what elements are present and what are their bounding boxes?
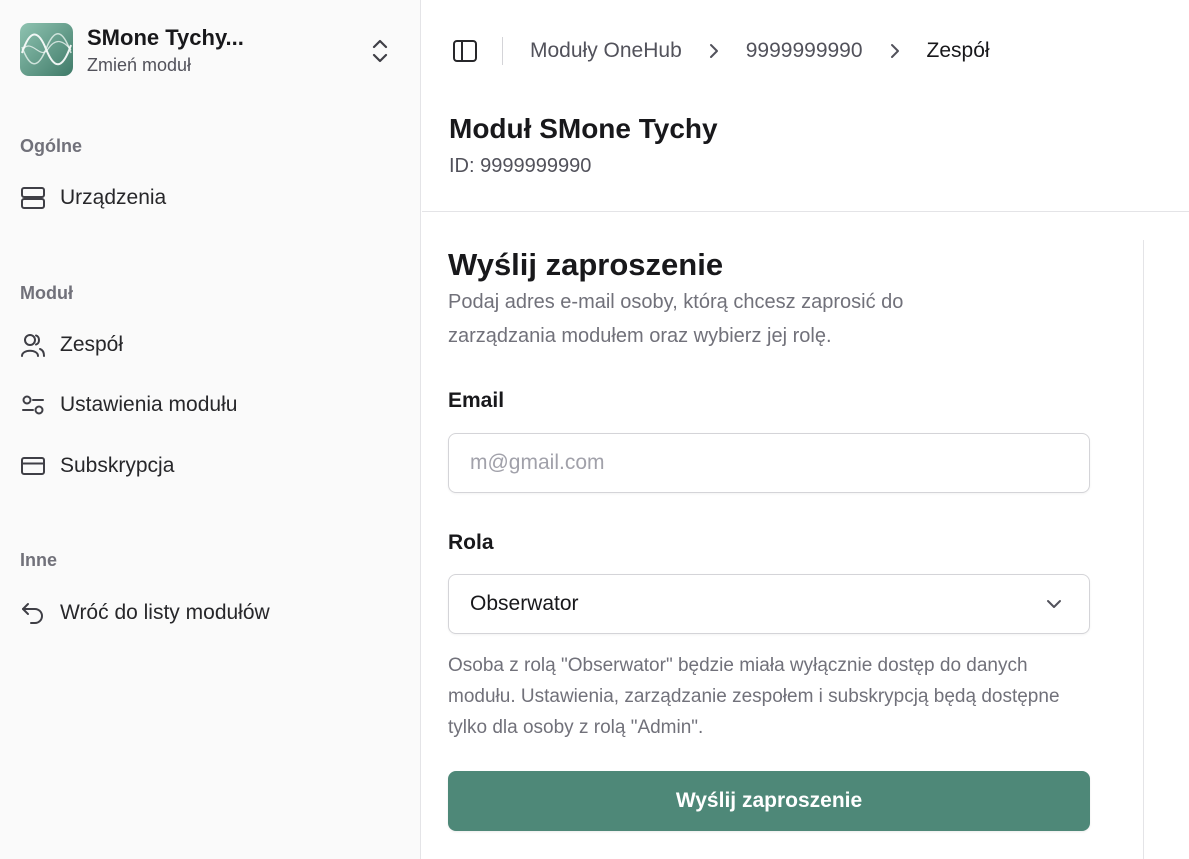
role-label: Rola bbox=[448, 531, 494, 554]
credit-card-icon bbox=[21, 457, 45, 475]
invite-form-title: Wyślij zaproszenie bbox=[448, 247, 724, 282]
waveform-logo bbox=[20, 23, 73, 76]
invite-form: Wyślij zaproszenie Podaj adres e-mail os… bbox=[448, 245, 1090, 831]
role-select-value: Obserwator bbox=[470, 592, 579, 615]
page-title: Moduł SMone Tychy bbox=[449, 113, 718, 144]
breadcrumb-modules[interactable]: Moduły OneHub bbox=[530, 39, 682, 63]
email-label: Email bbox=[448, 389, 505, 412]
sidebar-item-label: Ustawienia modułu bbox=[60, 393, 238, 416]
invite-form-description: Podaj adres e-mail osoby, którą chcesz z… bbox=[448, 291, 904, 347]
module-name: SMone Tychy... bbox=[87, 25, 244, 50]
send-invite-button[interactable]: Wyślij zaproszenie bbox=[448, 771, 1090, 831]
change-module-label: Zmień moduł bbox=[87, 55, 192, 75]
sidebar: SMone Tychy... Zmień moduł Ogólne Urządz… bbox=[0, 0, 421, 859]
breadcrumb-current: Zespół bbox=[926, 39, 990, 62]
sidebar-item-label: Wróć do listy modułów bbox=[60, 601, 270, 624]
sidebar-item-module-settings[interactable]: Ustawienia modułu bbox=[20, 385, 400, 425]
role-hint: Osoba z rolą "Obserwator" będzie miała w… bbox=[448, 655, 1060, 738]
role-select[interactable]: Obserwator bbox=[448, 574, 1090, 634]
group-label-module: Moduł bbox=[20, 283, 73, 303]
header-divider bbox=[502, 37, 503, 65]
module-switcher[interactable]: SMone Tychy... Zmień moduł bbox=[20, 23, 400, 79]
breadcrumb: Moduły OneHub 9999999990 Zespół bbox=[530, 36, 990, 66]
chevron-down-icon bbox=[1047, 600, 1061, 608]
chevron-right-icon bbox=[890, 44, 899, 58]
topbar: Moduły OneHub 9999999990 Zespół bbox=[422, 0, 1189, 100]
chevrons-up-down-icon[interactable] bbox=[368, 37, 392, 65]
sidebar-item-devices[interactable]: Urządzenia bbox=[20, 178, 400, 218]
header-separator bbox=[422, 211, 1189, 212]
sidebar-item-label: Urządzenia bbox=[60, 186, 167, 209]
panel-divider bbox=[1143, 240, 1144, 859]
settings-sliders-icon bbox=[22, 395, 44, 415]
group-label-general: Ogólne bbox=[20, 136, 82, 156]
users-icon bbox=[21, 334, 45, 357]
chevron-right-icon bbox=[709, 44, 718, 58]
page-header: Moduł SMone Tychy ID: 9999999990 bbox=[449, 112, 718, 178]
sidebar-item-back-to-modules[interactable]: Wróć do listy modułów bbox=[20, 593, 400, 633]
email-field[interactable] bbox=[448, 433, 1090, 493]
breadcrumb-module-id[interactable]: 9999999990 bbox=[746, 39, 863, 63]
server-icon bbox=[21, 187, 45, 209]
sidebar-item-label: Subskrypcja bbox=[60, 454, 175, 477]
sidebar-toggle-icon[interactable] bbox=[452, 38, 478, 64]
group-label-other: Inne bbox=[20, 550, 58, 570]
module-id: ID: 9999999990 bbox=[449, 155, 592, 177]
sidebar-item-label: Zespół bbox=[60, 333, 124, 356]
undo-arrow-icon bbox=[22, 603, 43, 624]
sidebar-item-subscription[interactable]: Subskrypcja bbox=[20, 446, 400, 486]
sidebar-item-team[interactable]: Zespół bbox=[20, 325, 400, 365]
